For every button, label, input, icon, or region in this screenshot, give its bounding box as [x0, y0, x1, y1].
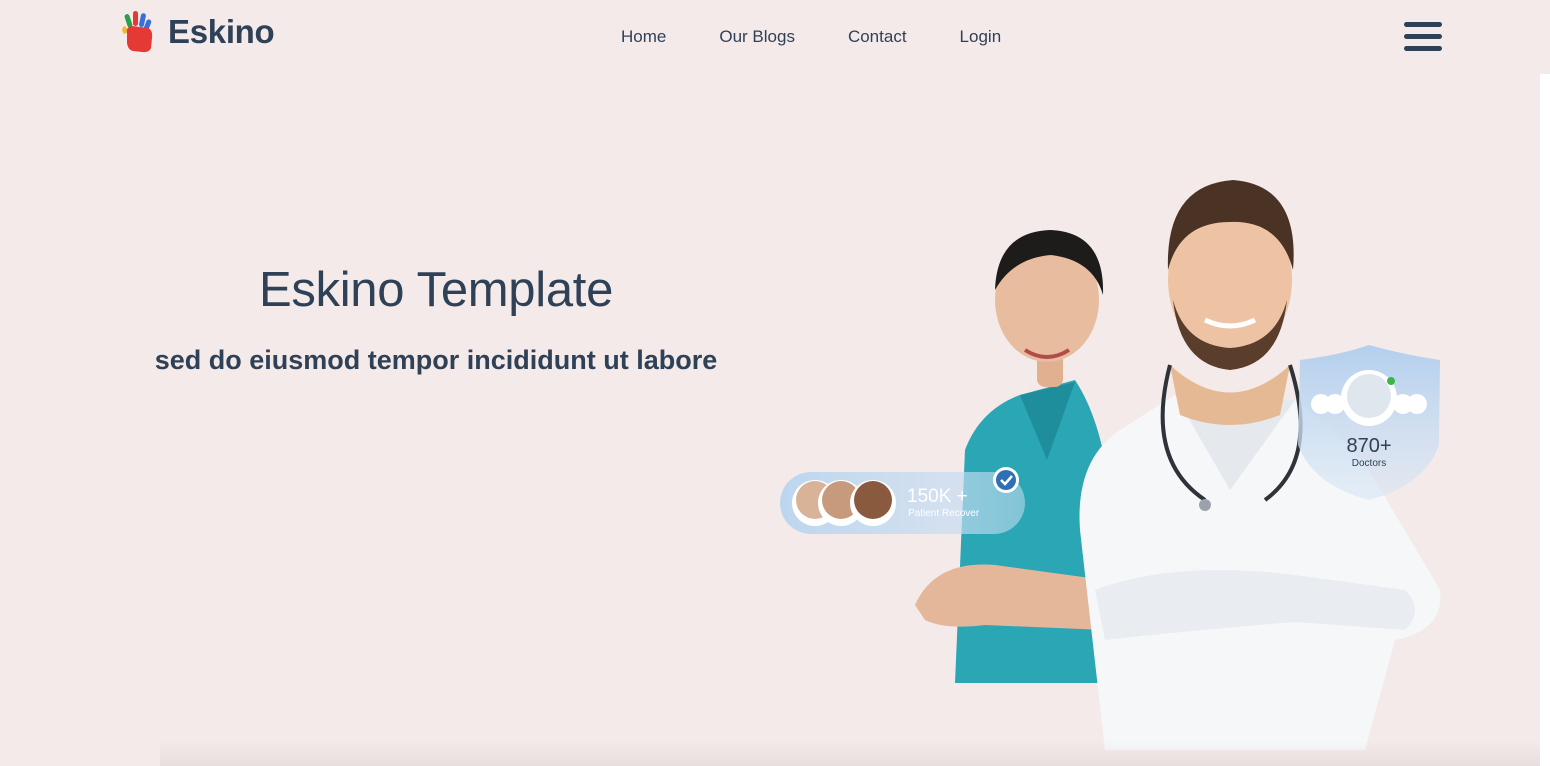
- page-edge-strip: [1540, 74, 1550, 766]
- nurse-figure: [915, 230, 1110, 683]
- doctors-count: 870+: [1346, 435, 1391, 457]
- hand-print-icon: [122, 11, 153, 53]
- hero-title: Eskino Template: [258, 263, 614, 317]
- check-circle-icon: [993, 467, 1019, 493]
- patients-label: Patient Recover: [908, 508, 980, 519]
- hamburger-bar: [1404, 22, 1442, 27]
- nav-link-login[interactable]: Login: [960, 27, 1002, 47]
- site-header: Eskino Home Our Blogs Contact Login: [0, 0, 1550, 74]
- section-divider-shadow: [160, 740, 1540, 766]
- hero-doctors-illustration: 150K + Patient Recover 870+ Doctors: [780, 180, 1441, 750]
- patients-count: 150K +: [907, 486, 968, 507]
- patients-badge: 150K + Patient Recover: [780, 467, 1025, 534]
- main-nav: Home Our Blogs Contact Login: [621, 27, 1054, 47]
- hero-subtitle: sed do eiusmod tempor incididunt ut labo…: [154, 345, 718, 375]
- hamburger-menu-icon[interactable]: [1404, 19, 1444, 53]
- hamburger-bar: [1404, 46, 1442, 51]
- online-status-dot: [1387, 377, 1395, 385]
- nav-link-contact[interactable]: Contact: [848, 27, 907, 47]
- nav-link-home[interactable]: Home: [621, 27, 666, 47]
- nav-link-our-blogs[interactable]: Our Blogs: [719, 27, 795, 47]
- brand-name: Eskino: [168, 13, 275, 50]
- doctors-label: Doctors: [1352, 458, 1386, 469]
- hamburger-bar: [1404, 34, 1442, 39]
- avatar: [1407, 394, 1427, 414]
- brand-logo-link[interactable]: Eskino: [114, 10, 275, 54]
